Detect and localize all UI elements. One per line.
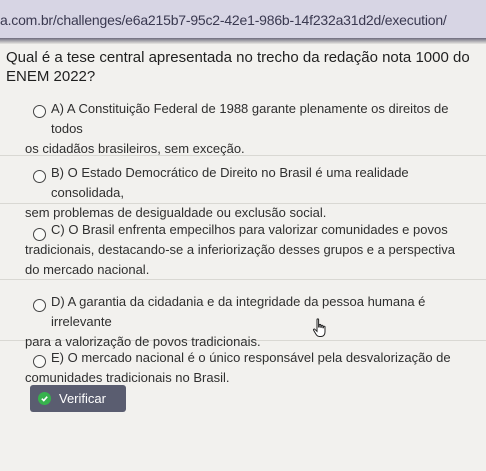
option-d[interactable]: D) A garantia da cidadania e da integrid… (0, 281, 486, 349)
check-circle-icon (38, 392, 51, 405)
option-b[interactable]: B) O Estado Democrático de Direito no Br… (0, 157, 486, 220)
option-line: D) A garantia da cidadania e da integrid… (51, 294, 426, 329)
option-line: os cidadãos brasileiros, sem exceção. (25, 141, 245, 156)
question-text: Qual é a tese central apresentada no tre… (6, 49, 470, 85)
option-a[interactable]: A) A Constituição Federal de 1988 garant… (0, 96, 486, 156)
option-line: E) O mercado nacional é o único responsá… (51, 350, 451, 365)
verify-button[interactable]: Verificar (30, 385, 126, 412)
option-c[interactable]: C) O Brasil enfrenta empecilhos para val… (0, 205, 486, 280)
option-line: B) O Estado Democrático de Direito no Br… (51, 165, 409, 200)
option-line: do mercado nacional. (25, 262, 150, 277)
url-text: a.com.br/challenges/e6a215b7-95c2-42e1-9… (0, 12, 447, 28)
radio-icon[interactable] (33, 355, 46, 368)
radio-icon[interactable] (33, 105, 46, 118)
address-bar[interactable]: a.com.br/challenges/e6a215b7-95c2-42e1-9… (0, 0, 486, 38)
hand-cursor-icon (312, 318, 328, 343)
option-c-text: C) O Brasil enfrenta empecilhos para val… (25, 220, 476, 280)
option-line: C) O Brasil enfrenta empecilhos para val… (51, 222, 448, 237)
option-line: tradicionais, destacando-se a inferioriz… (25, 242, 455, 257)
option-e-text: E) O mercado nacional é o único responsá… (25, 348, 476, 388)
option-line: A) A Constituição Federal de 1988 garant… (51, 101, 449, 136)
radio-icon[interactable] (33, 170, 46, 183)
option-e[interactable]: E) O mercado nacional é o único responsá… (0, 342, 486, 390)
header-divider (0, 38, 486, 44)
verify-button-label: Verificar (59, 391, 106, 406)
radio-icon[interactable] (33, 299, 46, 312)
option-a-text: A) A Constituição Federal de 1988 garant… (25, 99, 476, 159)
